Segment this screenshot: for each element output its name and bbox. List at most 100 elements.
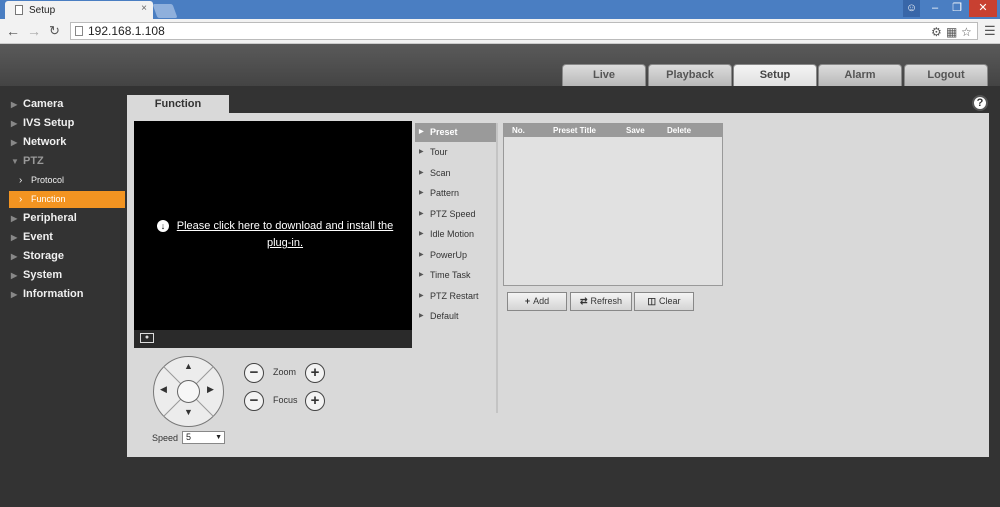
speed-select[interactable]: 5 ▼ (182, 431, 225, 444)
close-tab-icon[interactable]: × (141, 3, 147, 14)
sidebar-item-label: Network (23, 136, 67, 148)
sidebar-item-peripheral[interactable]: ▶ Peripheral (9, 210, 125, 227)
caret-right-icon: ▶ (11, 290, 18, 299)
focus-label: Focus (273, 395, 298, 405)
refresh-icon: ⇄ (579, 296, 588, 306)
ptz-right-arrow-icon[interactable]: ▶ (207, 384, 214, 395)
function-item-label: Pattern (430, 188, 460, 198)
caret-right-icon: ▶ (419, 129, 424, 135)
function-item-powerup[interactable]: ▶ PowerUp (415, 246, 496, 265)
add-button[interactable]: + Add (507, 292, 567, 311)
function-item-tour[interactable]: ▶ Tour (415, 143, 496, 162)
sidebar-item-ivs-setup[interactable]: ▶ IVS Setup (9, 115, 125, 132)
zoom-out-button[interactable]: − (244, 363, 264, 383)
column-header-save: Save (626, 126, 645, 135)
function-item-label: Default (430, 311, 459, 321)
speed-label: Speed (152, 433, 179, 443)
page-icon (75, 26, 83, 36)
caret-right-icon: ▶ (11, 233, 18, 242)
function-item-label: PowerUp (430, 250, 468, 260)
sidebar-item-label: Event (23, 231, 53, 243)
sidebar-item-system[interactable]: ▶ System (9, 267, 125, 284)
caret-right-icon: ▶ (419, 293, 424, 299)
tab-logout[interactable]: Logout (904, 64, 988, 86)
star-icon[interactable]: ☆ (961, 24, 972, 40)
trash-icon: ◫ (647, 296, 656, 306)
plus-icon: + (524, 296, 531, 306)
function-item-label: PTZ Speed (430, 209, 476, 219)
column-header-delete: Delete (667, 126, 692, 135)
tab-live[interactable]: Live (562, 64, 646, 86)
function-item-pattern[interactable]: ▶ Pattern (415, 184, 496, 203)
caret-right-icon: ▶ (419, 211, 424, 217)
focus-in-button[interactable]: + (305, 391, 325, 411)
back-arrow-icon[interactable]: ← (6, 23, 20, 39)
tab-title: Setup (29, 4, 56, 16)
function-item-default[interactable]: ▶ Default (415, 307, 496, 326)
sidebar-item-function[interactable]: › Function (9, 191, 125, 208)
sidebar-item-ptz[interactable]: ▼ PTZ (9, 153, 125, 170)
tab-alarm[interactable]: Alarm (818, 64, 902, 86)
refresh-button-label: Refresh (590, 296, 623, 306)
browser-menu-icon[interactable]: ☰ (984, 23, 996, 39)
reload-icon[interactable]: ↻ (49, 23, 60, 39)
function-item-time-task[interactable]: ▶ Time Task (415, 266, 496, 285)
chevron-right-icon: › (19, 175, 23, 186)
column-header-no: No. (512, 126, 525, 135)
sidebar-item-label: Peripheral (23, 212, 77, 224)
function-item-scan[interactable]: ▶ Scan (415, 164, 496, 183)
function-item-idle-motion[interactable]: ▶ Idle Motion (415, 225, 496, 244)
main-tab-function[interactable]: Function (127, 95, 229, 114)
function-item-label: Scan (430, 168, 451, 178)
function-item-label: Time Task (430, 270, 471, 280)
speed-value: 5 (186, 432, 192, 442)
translate-icon[interactable]: ▦ (946, 24, 957, 40)
caret-right-icon: ▶ (419, 272, 424, 278)
add-button-label: Add (533, 296, 550, 306)
zoom-label: Zoom (273, 367, 297, 377)
url-input[interactable]: 192.168.1.108 ⚙ ▦ ☆ (70, 22, 978, 40)
maximize-button[interactable]: ❐ (947, 0, 967, 17)
sidebar-item-camera[interactable]: ▶ Camera (9, 96, 125, 113)
caret-right-icon: ▶ (419, 149, 424, 155)
function-item-preset[interactable]: ▶ Preset (415, 123, 496, 142)
caret-right-icon: ▶ (11, 119, 18, 128)
browser-tab[interactable]: Setup × (5, 1, 153, 19)
clear-button[interactable]: ◫ Clear (634, 292, 694, 311)
plugin-icon[interactable]: ⚙ (931, 24, 942, 40)
plugin-download-link[interactable]: Please click here to download and instal… (175, 218, 395, 252)
caret-right-icon: ▶ (11, 214, 18, 223)
tab-setup[interactable]: Setup (733, 64, 817, 86)
sidebar-item-storage[interactable]: ▶ Storage (9, 248, 125, 265)
forward-arrow-icon[interactable]: → (27, 23, 41, 39)
close-window-button[interactable]: ✕ (969, 0, 997, 17)
url-text: 192.168.1.108 (88, 24, 165, 38)
function-item-label: Idle Motion (430, 229, 475, 239)
function-item-ptz-speed[interactable]: ▶ PTZ Speed (415, 205, 496, 224)
caret-right-icon: ▶ (11, 252, 18, 261)
snapshot-icon[interactable]: ● (140, 333, 154, 343)
function-item-ptz-restart[interactable]: ▶ PTZ Restart (415, 287, 496, 306)
ptz-down-arrow-icon[interactable]: ▼ (184, 407, 193, 417)
ptz-up-arrow-icon[interactable]: ▲ (184, 361, 193, 371)
ptz-center-button[interactable] (177, 380, 200, 403)
help-icon[interactable]: ? (972, 95, 988, 111)
sidebar-item-event[interactable]: ▶ Event (9, 229, 125, 246)
zoom-in-button[interactable]: + (305, 363, 325, 383)
sidebar-item-information[interactable]: ▶ Information (9, 286, 125, 303)
refresh-button[interactable]: ⇄ Refresh (570, 292, 632, 311)
sidebar-item-label: PTZ (23, 155, 44, 167)
tab-playback[interactable]: Playback (648, 64, 732, 86)
sidebar-item-network[interactable]: ▶ Network (9, 134, 125, 151)
column-header-preset-title: Preset Title (553, 126, 596, 135)
caret-right-icon: ▶ (419, 313, 424, 319)
preset-table (503, 123, 723, 286)
sidebar-item-label: Function (31, 194, 66, 204)
caret-right-icon: ▶ (419, 170, 424, 176)
sidebar-item-protocol[interactable]: › Protocol (9, 172, 125, 189)
focus-out-button[interactable]: − (244, 391, 264, 411)
download-icon: ↓ (157, 220, 169, 232)
ptz-left-arrow-icon[interactable]: ◀ (160, 384, 167, 395)
user-icon[interactable]: ☺ (903, 0, 920, 17)
minimize-button[interactable]: – (925, 0, 945, 17)
